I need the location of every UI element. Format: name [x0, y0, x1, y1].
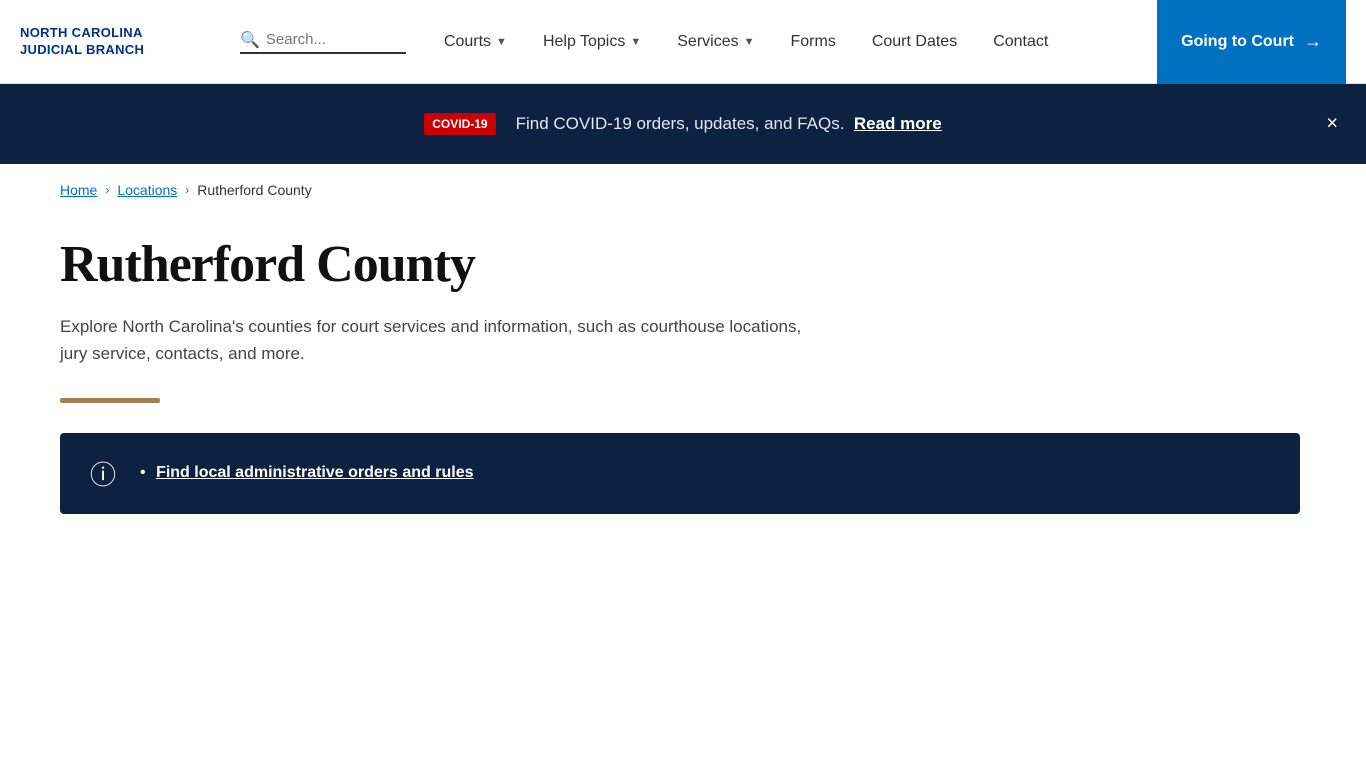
page-description: Explore North Carolina's counties for co…: [60, 313, 820, 367]
close-banner-button[interactable]: ×: [1322, 109, 1342, 140]
covid-badge: COVID-19: [424, 113, 495, 135]
chevron-down-icon: ▼: [630, 36, 641, 48]
info-box: ⓘ • Find local administrative orders and…: [60, 433, 1300, 514]
breadcrumb-locations[interactable]: Locations: [117, 182, 177, 198]
main-content: Rutherford County Explore North Carolina…: [0, 216, 1366, 554]
search-icon: 🔍: [240, 30, 260, 50]
info-box-content: • Find local administrative orders and r…: [140, 464, 473, 482]
covid-text: Find COVID-19 orders, updates, and FAQs.…: [516, 114, 942, 134]
nav-court-dates[interactable]: Court Dates: [854, 0, 975, 84]
site-header: NORTH CAROLINA JUDICIAL BRANCH 🔍 Courts …: [0, 0, 1366, 84]
breadcrumb-home[interactable]: Home: [60, 182, 97, 198]
going-to-court-button[interactable]: Going to Court →: [1157, 0, 1346, 84]
breadcrumb-current: Rutherford County: [197, 182, 311, 198]
covid-read-more-link[interactable]: Read more: [854, 114, 942, 133]
chevron-down-icon: ▼: [744, 36, 755, 48]
nav-courts[interactable]: Courts ▼: [426, 0, 525, 84]
search-area[interactable]: 🔍: [240, 30, 406, 54]
admin-orders-link[interactable]: Find local administrative orders and rul…: [156, 464, 473, 481]
breadcrumb-separator-2: ›: [185, 183, 189, 197]
info-icon: ⓘ: [90, 455, 120, 492]
nav-help-topics[interactable]: Help Topics ▼: [525, 0, 659, 84]
gold-divider: [60, 398, 160, 403]
logo-area[interactable]: NORTH CAROLINA JUDICIAL BRANCH: [20, 25, 230, 59]
main-nav: Courts ▼ Help Topics ▼ Services ▼ Forms …: [426, 0, 1157, 84]
bullet-dot: •: [140, 464, 146, 481]
site-logo: NORTH CAROLINA JUDICIAL BRANCH: [20, 25, 144, 59]
arrow-right-icon: →: [1304, 31, 1322, 52]
nav-forms[interactable]: Forms: [773, 0, 854, 84]
page-title: Rutherford County: [60, 236, 1306, 293]
chevron-down-icon: ▼: [496, 36, 507, 48]
search-input[interactable]: [266, 31, 406, 48]
nav-services[interactable]: Services ▼: [659, 0, 772, 84]
breadcrumb-separator-1: ›: [105, 183, 109, 197]
breadcrumb: Home › Locations › Rutherford County: [0, 164, 1366, 216]
covid-banner: COVID-19 Find COVID-19 orders, updates, …: [0, 84, 1366, 164]
nav-contact[interactable]: Contact: [975, 0, 1066, 84]
